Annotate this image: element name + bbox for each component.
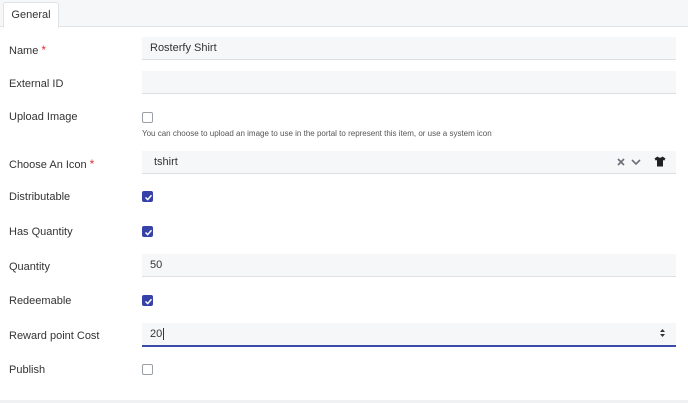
publish-label: Publish xyxy=(9,364,46,376)
name-field[interactable]: Rosterfy Shirt xyxy=(142,37,676,60)
icon-select[interactable]: tshirt xyxy=(142,151,676,174)
text-caret xyxy=(163,328,165,340)
name-label-text: Name xyxy=(9,45,39,57)
close-icon[interactable] xyxy=(617,157,625,169)
external-id-field[interactable] xyxy=(142,71,676,94)
choose-icon-label-text: Choose An Icon xyxy=(9,159,87,171)
redeemable-checkbox[interactable] xyxy=(142,295,153,306)
publish-checkbox[interactable] xyxy=(142,364,153,375)
upload-image-checkbox[interactable] xyxy=(142,112,153,123)
select-controls xyxy=(617,157,641,169)
has-quantity-label: Has Quantity xyxy=(9,226,73,238)
required-mark: * xyxy=(89,157,95,171)
redeemable-label: Redeemable xyxy=(9,295,72,307)
tab-general[interactable]: General xyxy=(3,2,59,28)
number-stepper[interactable] xyxy=(659,328,666,339)
upload-image-help: You can choose to upload an image to use… xyxy=(142,129,492,138)
tab-bar: General xyxy=(0,0,688,28)
has-quantity-checkbox[interactable] xyxy=(142,226,153,237)
chevron-down-icon[interactable] xyxy=(631,157,641,169)
icon-select-value: tshirt xyxy=(154,156,178,168)
distributable-label: Distributable xyxy=(9,191,71,203)
reward-point-cost-value: 20 xyxy=(150,328,163,340)
name-value: Rosterfy Shirt xyxy=(150,42,217,54)
reward-point-cost-field[interactable]: 20 xyxy=(142,323,676,347)
required-mark: * xyxy=(41,43,47,57)
name-label: Name * xyxy=(9,43,46,57)
tshirt-icon xyxy=(654,156,666,170)
quantity-value: 50 xyxy=(150,259,163,271)
quantity-label: Quantity xyxy=(9,261,50,273)
distributable-checkbox[interactable] xyxy=(142,191,153,202)
reward-point-cost-label: Reward point Cost xyxy=(9,330,100,342)
external-id-label: External ID xyxy=(9,78,64,90)
upload-image-label: Upload Image xyxy=(9,111,78,123)
choose-icon-label: Choose An Icon * xyxy=(9,157,94,171)
quantity-field[interactable]: 50 xyxy=(142,254,676,277)
